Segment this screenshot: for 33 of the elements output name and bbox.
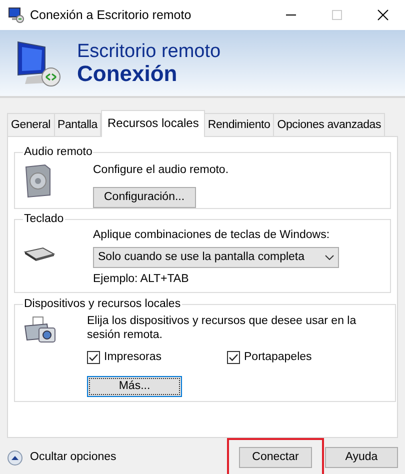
- checkbox-label: Portapapeles: [244, 350, 312, 364]
- tab[interactable]: Pantalla: [54, 113, 102, 136]
- devices-description: Elija los dispositivos y recursos que desee usar en la sesión remota.: [87, 314, 358, 342]
- group-title: Audio remoto: [23, 145, 94, 160]
- example-text: Ejemplo: ALT+TAB: [93, 272, 189, 287]
- group-title: Teclado: [23, 212, 65, 228]
- dropdown[interactable]: Solo cuando se use la pantalla completa: [93, 246, 339, 268]
- tab[interactable]: General: [7, 113, 55, 136]
- hide-options-link[interactable]: Ocultar opciones: [30, 449, 116, 466]
- printer-camera-icon: [23, 316, 57, 346]
- more-button[interactable]: Más...: [87, 376, 182, 397]
- audio-description: Configure el audio remoto.: [93, 162, 229, 178]
- banner-subtitle: Conexión: [77, 63, 178, 85]
- monitor-icon: [15, 39, 61, 87]
- checkbox-label: Impresoras: [104, 350, 162, 364]
- window-title: Conexión a Escritorio remoto: [30, 6, 192, 24]
- app-icon: [8, 7, 24, 23]
- help-button[interactable]: Ayuda: [325, 447, 398, 468]
- tab[interactable]: Recursos locales: [101, 110, 205, 138]
- settings-button[interactable]: Configuración...: [93, 186, 196, 208]
- checkbox[interactable]: [87, 350, 100, 364]
- speaker-icon: [23, 164, 53, 198]
- collapse-icon[interactable]: [7, 450, 23, 466]
- group-title: Dispositivos y recursos locales: [23, 297, 182, 312]
- banner-title: Escritorio remoto: [77, 41, 221, 63]
- close-button[interactable]: [377, 9, 389, 21]
- checkbox[interactable]: [227, 350, 240, 364]
- chevron-down-icon: [325, 254, 334, 260]
- keyboard-icon: [23, 246, 55, 260]
- tab[interactable]: Opciones avanzadas: [273, 113, 386, 136]
- connect-button[interactable]: Conectar: [239, 447, 312, 468]
- tab[interactable]: Rendimiento: [204, 113, 274, 136]
- keyboard-description: Aplique combinaciones de teclas de Windows:: [93, 228, 330, 242]
